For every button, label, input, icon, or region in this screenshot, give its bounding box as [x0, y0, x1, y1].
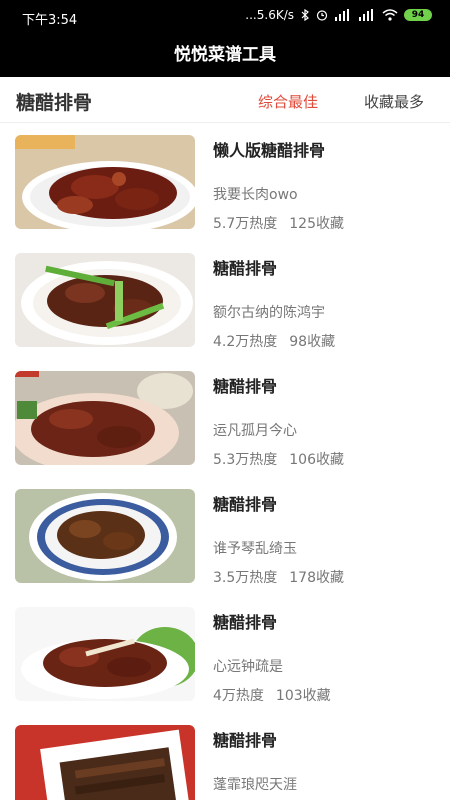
recipe-item[interactable]: 糖醋排骨 运凡孤月今心 5.3万热度 106收藏 — [0, 359, 450, 477]
recipe-thumbnail — [15, 253, 195, 347]
recipe-author: 心远钟疏是 — [213, 659, 283, 675]
recipe-heat: 4.2万热度 — [213, 334, 278, 350]
recipe-thumbnail — [15, 607, 195, 701]
recipe-author: 运凡孤月今心 — [213, 423, 297, 439]
recipe-heat: 5.3万热度 — [213, 452, 278, 468]
status-icons: ...5.6K/s 94 — [245, 8, 432, 22]
recipe-favorites: 98收藏 — [289, 334, 336, 350]
app-title: 悦悦菜谱工具 — [0, 34, 450, 77]
recipe-title: 糖醋排骨 — [213, 377, 278, 396]
battery-icon: 94 — [404, 9, 432, 21]
signal-icon — [335, 9, 349, 21]
recipe-title: 糖醋排骨 — [213, 613, 278, 632]
wifi-icon — [382, 9, 398, 21]
recipe-title: 糖醋排骨 — [213, 259, 278, 278]
recipe-stats: 5.7万热度 125收藏 — [213, 213, 344, 233]
recipe-favorites: 125收藏 — [289, 216, 344, 232]
recipe-favorites: 106收藏 — [289, 452, 344, 468]
recipe-thumbnail — [15, 489, 195, 583]
filter-bar: 糖醋排骨 综合最佳 收藏最多 — [0, 77, 450, 123]
recipe-stats: 4.2万热度 98收藏 — [213, 331, 335, 351]
status-time: 下午3:54 — [22, 13, 78, 28]
recipe-stats: 4万热度 103收藏 — [213, 685, 331, 705]
recipe-title: 糖醋排骨 — [213, 495, 278, 514]
recipe-item[interactable]: 糖醋排骨 额尔古纳的陈鸿宇 4.2万热度 98收藏 — [0, 241, 450, 359]
search-query: 糖醋排骨 — [16, 92, 93, 114]
recipe-favorites: 178收藏 — [289, 570, 344, 586]
status-bar: 下午3:54 ...5.6K/s 94 — [0, 0, 450, 34]
recipe-heat: 3.5万热度 — [213, 570, 278, 586]
recipe-thumbnail — [15, 371, 195, 465]
recipe-item[interactable]: 糖醋排骨 蓬霏琅咫天涯 — [0, 713, 450, 800]
alarm-icon — [316, 10, 328, 21]
recipe-author: 额尔古纳的陈鸿宇 — [213, 305, 325, 321]
recipe-author: 我要长肉owo — [213, 187, 298, 203]
recipe-thumbnail — [15, 135, 195, 229]
recipe-favorites: 103收藏 — [275, 688, 331, 704]
recipe-stats: 5.3万热度 106收藏 — [213, 449, 344, 469]
network-speed: ...5.6K/s — [245, 8, 294, 22]
recipe-item[interactable]: 懒人版糖醋排骨 我要长肉owo 5.7万热度 125收藏 — [0, 123, 450, 241]
recipe-title: 糖醋排骨 — [213, 731, 278, 750]
recipe-list: 懒人版糖醋排骨 我要长肉owo 5.7万热度 125收藏 糖醋排骨 额尔古纳的陈鸿… — [0, 123, 450, 800]
sort-favorites-button[interactable]: 收藏最多 — [364, 91, 424, 112]
recipe-author: 谁予琴乱绮玉 — [213, 541, 297, 557]
signal-icon-2 — [359, 9, 373, 21]
recipe-item[interactable]: 糖醋排骨 心远钟疏是 4万热度 103收藏 — [0, 595, 450, 713]
recipe-author: 蓬霏琅咫天涯 — [213, 777, 297, 793]
bluetooth-icon — [301, 9, 309, 21]
recipe-title: 懒人版糖醋排骨 — [213, 141, 326, 160]
recipe-thumbnail — [15, 725, 195, 800]
recipe-heat: 4万热度 — [213, 688, 264, 704]
recipe-stats: 3.5万热度 178收藏 — [213, 567, 344, 587]
recipe-item[interactable]: 糖醋排骨 谁予琴乱绮玉 3.5万热度 178收藏 — [0, 477, 450, 595]
sort-best-button[interactable]: 综合最佳 — [258, 91, 318, 112]
recipe-heat: 5.7万热度 — [213, 216, 278, 232]
